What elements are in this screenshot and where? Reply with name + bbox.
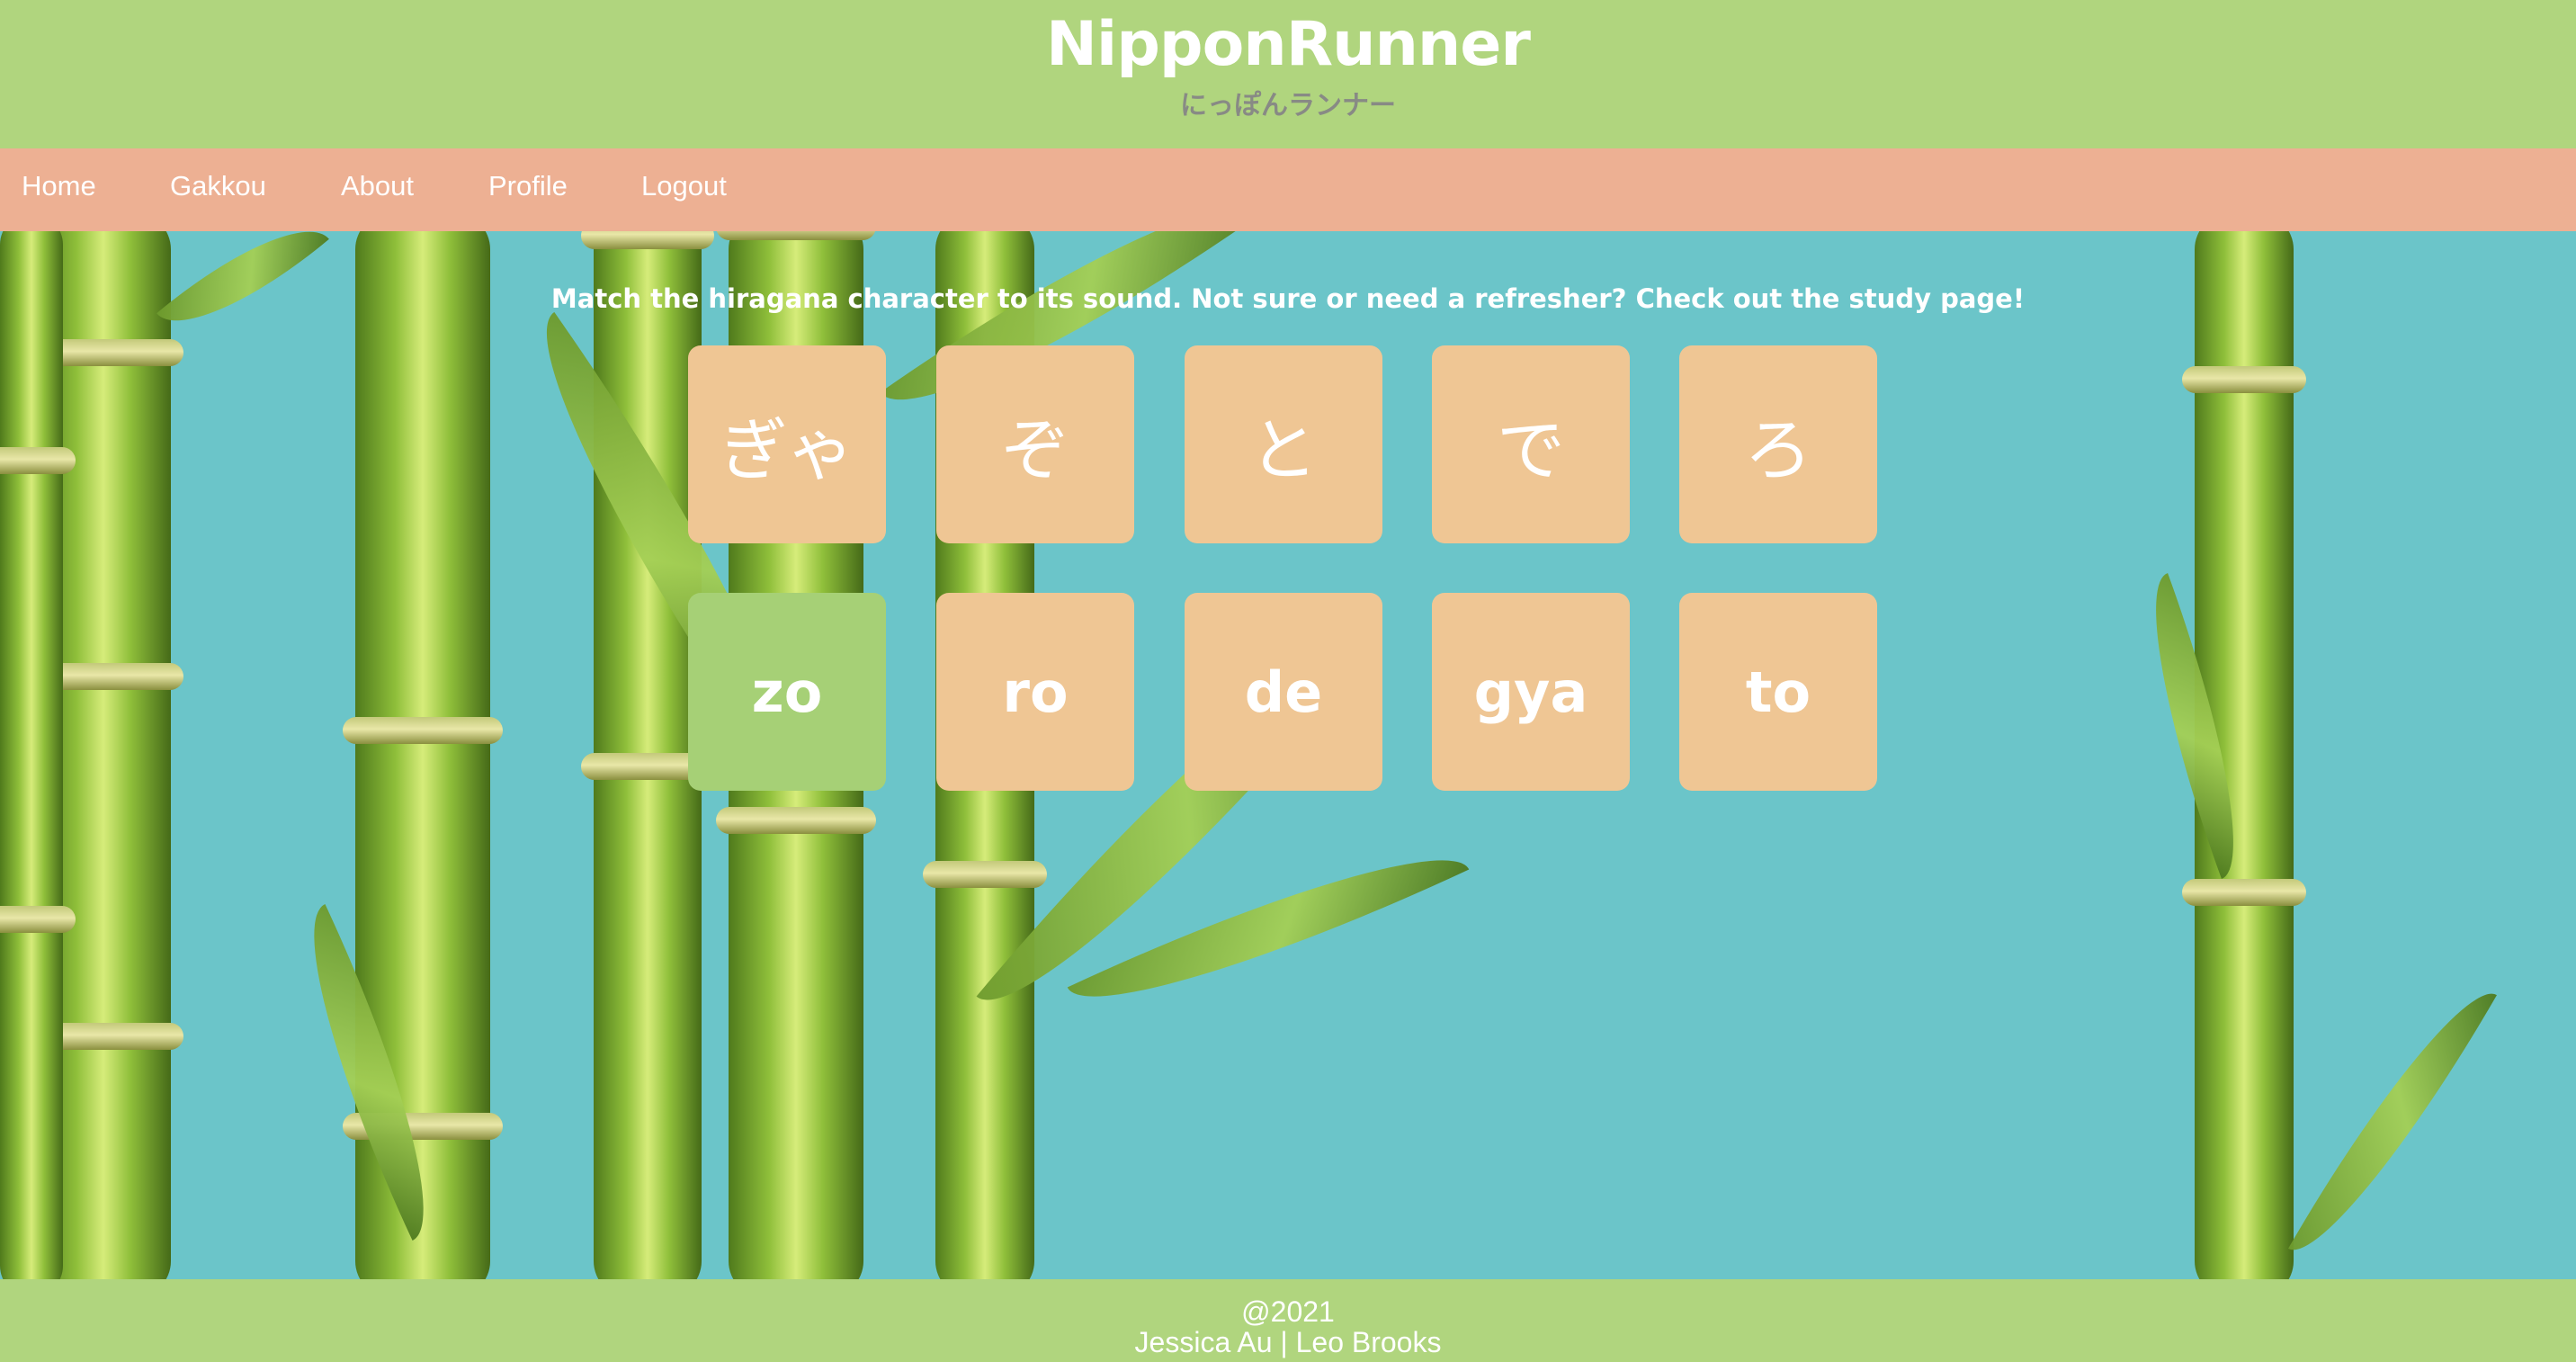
romaji-tile[interactable]: gya: [1432, 593, 1630, 791]
footer-year: @2021: [1241, 1295, 1335, 1328]
site-footer: @2021 Jessica Au | Leo Brooks: [0, 1279, 2576, 1362]
main-nav: Home Gakkou About Profile Logout: [0, 148, 2576, 231]
bamboo-leaf: [2288, 968, 2497, 1276]
kana-tile[interactable]: で: [1432, 345, 1630, 543]
site-title: NipponRunner: [1046, 9, 1531, 80]
kana-tile[interactable]: ぎゃ: [688, 345, 886, 543]
nav-item-gakkou[interactable]: Gakkou: [170, 170, 266, 202]
nav-item-about[interactable]: About: [341, 170, 414, 202]
site-header: NipponRunner にっぽんランナー: [0, 0, 2576, 148]
bamboo-stalk: [0, 231, 76, 1279]
romaji-tile[interactable]: to: [1679, 593, 1877, 791]
kana-tile[interactable]: ろ: [1679, 345, 1877, 543]
nav-item-profile[interactable]: Profile: [488, 170, 568, 202]
romaji-tile[interactable]: ro: [936, 593, 1134, 791]
site-subtitle: にっぽんランナー: [1180, 90, 1396, 121]
footer-authors: Jessica Au | Leo Brooks: [1134, 1326, 1442, 1358]
instruction-text: Match the hiragana character to its soun…: [550, 283, 2026, 314]
matching-grid: ぎゃ ぞ と で ろ zo ro de gya to: [688, 345, 1879, 792]
nav-item-logout[interactable]: Logout: [641, 170, 727, 202]
game-area: Match the hiragana character to its soun…: [0, 231, 2576, 1279]
kana-tile[interactable]: ぞ: [936, 345, 1134, 543]
kana-tile[interactable]: と: [1185, 345, 1382, 543]
nav-item-home[interactable]: Home: [22, 170, 96, 202]
bamboo-stalk: [581, 231, 714, 1279]
romaji-tile[interactable]: de: [1185, 593, 1382, 791]
romaji-tile[interactable]: zo: [688, 593, 886, 791]
